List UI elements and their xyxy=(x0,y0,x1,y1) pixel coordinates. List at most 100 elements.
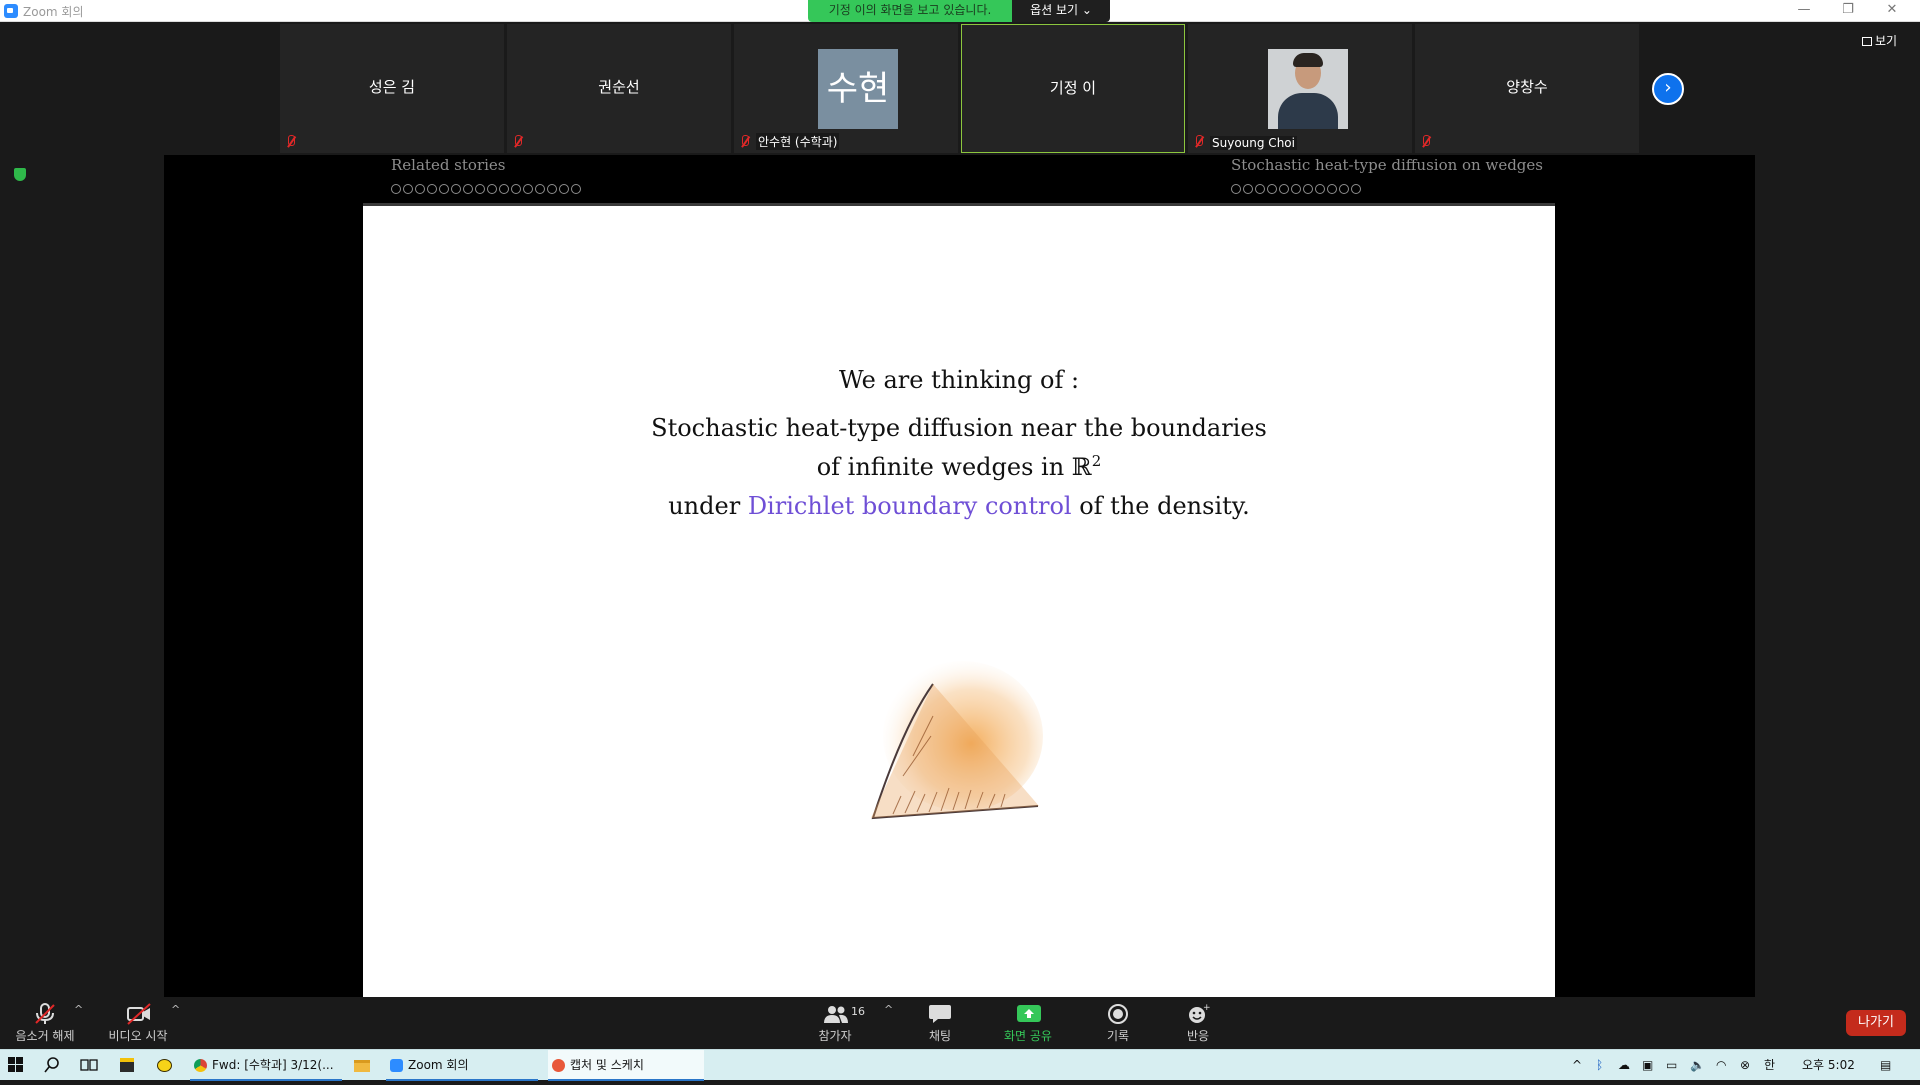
shield-icon[interactable] xyxy=(14,168,26,181)
participant-tile-active-speaker[interactable]: 기정 이 xyxy=(961,24,1185,153)
record-label: 기록 xyxy=(1106,1029,1130,1043)
taskbar-item-zoom[interactable]: Zoom 회의 xyxy=(386,1050,538,1081)
chevron-up-icon[interactable]: ^ xyxy=(884,1003,893,1016)
view-options-label: 옵션 보기 xyxy=(1030,3,1079,17)
slide-text-fragment: of the density. xyxy=(1071,492,1250,520)
participant-name: 권순선 xyxy=(598,78,640,96)
notification-dnd-icon[interactable]: ⊗ xyxy=(1740,1050,1750,1081)
battery-icon[interactable]: ▭ xyxy=(1666,1050,1677,1081)
wifi-icon[interactable]: ◠ xyxy=(1716,1050,1726,1081)
view-options-button[interactable]: 옵션 보기 ⌄ xyxy=(1012,0,1110,22)
bluetooth-icon[interactable]: ᛒ xyxy=(1596,1050,1603,1081)
minimize-button[interactable]: — xyxy=(1782,0,1826,22)
participant-tile[interactable]: Suyoung Choi xyxy=(1188,24,1412,153)
unmute-label: 음소거 해제 xyxy=(15,1029,75,1043)
share-screen-icon xyxy=(1016,1003,1041,1025)
participant-label: 안수현 (수학과) xyxy=(756,133,840,150)
chat-button[interactable]: 채팅 xyxy=(905,997,975,1044)
participant-tile[interactable]: 수현 안수현 (수학과) xyxy=(734,24,958,153)
svg-text:+: + xyxy=(1203,1003,1210,1013)
wedge-sketch xyxy=(871,661,1043,820)
participant-tile[interactable]: 권순선 xyxy=(507,24,731,153)
share-screen-label: 화면 공유 xyxy=(1004,1029,1052,1043)
chevron-up-icon[interactable]: ^ xyxy=(171,1003,180,1016)
snip-sketch-icon xyxy=(552,1059,565,1072)
volume-icon[interactable]: 🔈 xyxy=(1690,1050,1705,1081)
slide-line: under Dirichlet boundary control of the … xyxy=(363,492,1555,520)
share-status-banner: 기정 이의 화면을 보고 있습니다. xyxy=(808,0,1012,22)
chrome-icon xyxy=(194,1059,207,1072)
mic-muted-icon xyxy=(33,1003,57,1025)
start-video-button[interactable]: 비디오 시작 xyxy=(103,997,173,1044)
cloud-icon[interactable]: ☁ xyxy=(1618,1050,1630,1081)
video-off-icon xyxy=(126,1003,151,1025)
chevron-down-icon: ⌄ xyxy=(1081,3,1092,17)
next-page-button[interactable]: › xyxy=(1652,73,1684,105)
shared-screen: Related stories Stochastic heat-type dif… xyxy=(164,155,1755,997)
slide-header: Related stories Stochastic heat-type dif… xyxy=(363,155,1555,203)
avatar: 수현 xyxy=(818,49,898,129)
grid-icon xyxy=(1862,37,1872,46)
restore-button[interactable]: ❐ xyxy=(1826,0,1870,22)
chevron-up-icon[interactable]: ^ xyxy=(74,1003,83,1016)
reactions-label: 반응 xyxy=(1186,1029,1210,1043)
mic-muted-icon xyxy=(284,135,298,149)
share-screen-button[interactable]: 화면 공유 xyxy=(993,997,1063,1044)
record-button[interactable]: 기록 xyxy=(1083,997,1153,1044)
math-symbol: ℝ xyxy=(1071,453,1092,481)
window-title: Zoom 회의 xyxy=(23,5,84,19)
participants-count: 16 xyxy=(851,1005,865,1018)
slide-line: We are thinking of : xyxy=(838,366,1080,394)
slide-content: We are thinking of : Stochastic heat-typ… xyxy=(363,203,1555,997)
slide-header-left: Related stories xyxy=(391,156,506,174)
slide-text-fragment: of infinite wedges in xyxy=(816,453,1072,481)
kakaotalk-icon[interactable] xyxy=(157,1050,177,1081)
view-button[interactable]: 보기 xyxy=(1862,32,1897,49)
zoom-icon xyxy=(390,1059,403,1072)
view-label: 보기 xyxy=(1875,34,1898,48)
reactions-button[interactable]: + 반응 xyxy=(1163,997,1233,1044)
participant-tile[interactable]: 성은 김 xyxy=(280,24,504,153)
file-explorer-icon[interactable] xyxy=(354,1050,374,1081)
leave-meeting-button[interactable]: 나가기 xyxy=(1846,1010,1906,1036)
avatar xyxy=(1268,49,1348,129)
chevron-up-icon[interactable]: ^ xyxy=(1572,1050,1582,1081)
sticky-notes-icon[interactable] xyxy=(120,1050,140,1081)
unmute-button[interactable]: 음소거 해제 xyxy=(10,997,80,1044)
chevron-right-icon: › xyxy=(1664,77,1672,98)
clock[interactable]: 오후 5:02 xyxy=(1802,1050,1855,1081)
action-center-icon[interactable]: ▤ xyxy=(1880,1050,1891,1081)
meeting-toolbar: 음소거 해제 ^ 비디오 시작 ^ 참가자 16 ^ 채팅 화면 공유 기록 + xyxy=(0,997,1920,1049)
participants-label: 참가자 xyxy=(818,1029,852,1043)
math-superscript: 2 xyxy=(1091,452,1102,470)
participant-gallery: 성은 김 권순선 수현 안수현 (수학과) 기정 이 Suyoung Choi … xyxy=(280,24,1640,154)
slide-text-fragment: under xyxy=(668,492,748,520)
participant-tile[interactable]: 양창수 xyxy=(1415,24,1639,153)
windows-start-icon[interactable] xyxy=(8,1050,28,1081)
close-button[interactable]: ✕ xyxy=(1870,0,1914,22)
taskbar-item-chrome[interactable]: Fwd: [수학과] 3/12(... xyxy=(190,1050,342,1081)
taskbar-item-label: Zoom 회의 xyxy=(408,1058,469,1072)
mic-muted-icon xyxy=(738,135,752,149)
slide-accent-text: Dirichlet boundary control xyxy=(747,492,1072,520)
participant-name: 양창수 xyxy=(1506,78,1548,96)
participant-label: Suyoung Choi xyxy=(1210,136,1297,150)
section-dots xyxy=(391,179,583,198)
search-icon[interactable] xyxy=(44,1050,64,1081)
slide-line: of infinite wedges in ℝ2 xyxy=(363,452,1555,481)
mic-muted-icon xyxy=(1419,135,1433,149)
emoji-icon: + xyxy=(1186,1003,1211,1025)
ime-indicator[interactable]: 한 xyxy=(1764,1050,1775,1081)
zoom-app-icon xyxy=(4,4,18,18)
task-view-icon[interactable] xyxy=(80,1050,100,1081)
participant-name: 성은 김 xyxy=(368,78,416,96)
display-icon[interactable]: ▣ xyxy=(1642,1050,1653,1081)
mic-muted-icon xyxy=(511,135,525,149)
chat-icon xyxy=(928,1003,952,1025)
chat-label: 채팅 xyxy=(928,1029,952,1043)
taskbar-item-label: Fwd: [수학과] 3/12(... xyxy=(212,1058,334,1072)
taskbar-item-label: 캡처 및 스케치 xyxy=(570,1058,644,1072)
taskbar-item-snip-sketch[interactable]: 캡처 및 스케치 xyxy=(548,1050,704,1081)
slide-line: Stochastic heat-type diffusion near the … xyxy=(651,414,1267,442)
start-video-label: 비디오 시작 xyxy=(108,1029,168,1043)
